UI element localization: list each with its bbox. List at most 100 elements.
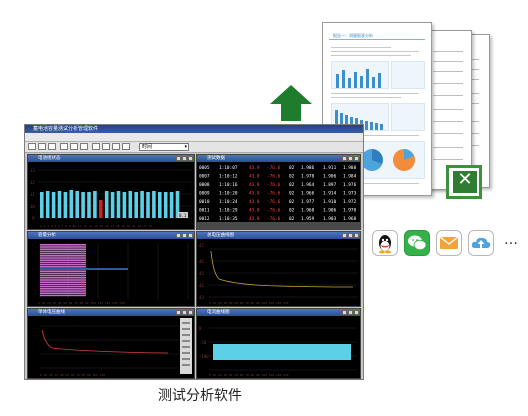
window-titlebar: 蓄电池容量测试分析管理软件 (25, 125, 363, 133)
table-cell: 0010 (199, 199, 210, 205)
voltage-bar (87, 192, 91, 218)
svg-text:43: 43 (199, 295, 204, 300)
export-icon[interactable] (102, 143, 110, 150)
voltage-bar (75, 191, 79, 218)
close-button[interactable] (188, 156, 193, 161)
table-cell: 1.910 (323, 199, 337, 205)
table-cell: 1.897 (323, 182, 337, 188)
svg-text:-100: -100 (199, 354, 209, 359)
maximize-button[interactable] (348, 310, 353, 315)
voltage-bar (104, 191, 109, 218)
svg-text:0.1: 0.1 (179, 213, 187, 218)
single-voltage-line (41, 329, 169, 354)
panel-battery-status: 电池组状态 13 12 11 10 9 0.1 1 2 3 4 5 6 7 8 9 10… (27, 154, 195, 230)
table-cell: 02 (289, 199, 295, 205)
total-voltage-line (210, 250, 354, 288)
minimize-button[interactable] (176, 156, 181, 161)
close-button[interactable] (354, 156, 359, 161)
minimize-button[interactable] (342, 156, 347, 161)
voltage-bar (116, 191, 121, 218)
table-cell: 02 (289, 182, 295, 188)
table-cell: 1.984 (343, 174, 357, 180)
close-button[interactable] (354, 233, 359, 238)
chevron-down-icon: ▾ (184, 144, 187, 150)
capacity-bar-group (40, 244, 128, 297)
svg-text:10: 10 (30, 204, 35, 209)
maximize-button[interactable] (182, 156, 187, 161)
capacity-bar (40, 281, 86, 283)
maximize-button[interactable] (182, 310, 187, 315)
panel-total-voltage-curve: 总电压曲线图 47 46 45 44 43 0 10 20 30 40 50 60 70… (196, 231, 361, 307)
chart-icon[interactable] (70, 143, 78, 150)
maximize-button[interactable] (182, 233, 187, 238)
cloud-upload-icon[interactable] (468, 230, 494, 256)
voltage-bar (81, 192, 85, 218)
close-button[interactable] (188, 310, 193, 315)
open-icon[interactable] (28, 143, 36, 150)
more-share-options[interactable]: … (504, 232, 519, 248)
voltage-bar (69, 190, 74, 218)
capacity-bar (40, 257, 86, 259)
capacity-bar (40, 272, 86, 275)
panel-capacity-analysis: 容量分析 0 10 20 30 40 50 60 70 80 90 100 11… (27, 231, 195, 307)
close-button[interactable] (188, 233, 193, 238)
capacity-bar (40, 277, 86, 279)
table-cell: 1.960 (301, 208, 315, 214)
svg-text:9: 9 (32, 216, 35, 221)
table-cell: -76.6 (267, 182, 281, 188)
svg-text:12: 12 (30, 180, 35, 185)
capacity-bar (40, 290, 86, 292)
voltage-bar (57, 191, 62, 218)
capacity-bar (40, 268, 128, 270)
table-cell: 1.970 (343, 208, 357, 214)
table-icon[interactable] (60, 143, 68, 150)
table-cell: 1.978 (301, 174, 315, 180)
software-window: 蓄电池容量测试分析管理软件 时间 ▾ 电池组状态 13 12 11 10 9 0… (24, 124, 364, 380)
voltage-bar (169, 192, 174, 218)
svg-text:47: 47 (199, 243, 204, 248)
settings-icon[interactable] (112, 143, 120, 150)
voltage-bar (40, 192, 44, 218)
close-button[interactable] (354, 310, 359, 315)
svg-text:0 10 20 30 40 50 60 70 80 90 1: 0 10 20 30 40 50 60 70 80 90 100 110 (40, 373, 105, 377)
excel-icon[interactable]: ✕ (446, 165, 482, 199)
minimize-button[interactable] (342, 233, 347, 238)
view-select[interactable]: 时间 ▾ (139, 143, 189, 151)
capacity-bar (40, 244, 86, 246)
table-cell: -76.6 (267, 208, 281, 214)
curve-icon[interactable] (80, 143, 88, 150)
menu-bar (25, 133, 363, 142)
save-icon[interactable] (38, 143, 46, 150)
voltage-bar (158, 192, 162, 218)
wechat-icon[interactable] (404, 230, 430, 256)
svg-text:13: 13 (30, 168, 35, 173)
email-icon[interactable] (436, 230, 462, 256)
table-cell: 1.972 (343, 199, 357, 205)
minimize-button[interactable] (176, 310, 181, 315)
panel-current-curve: 电流曲线图 0 -50 -100 0 10 20 30 40 50 60 70 80… (196, 308, 361, 379)
panel-title: 总电压曲线图 (207, 233, 234, 238)
voltage-bar (122, 192, 127, 218)
toolbar: 时间 ▾ (25, 142, 363, 153)
voltage-bar (134, 192, 138, 218)
minimize-button[interactable] (342, 310, 347, 315)
panel-title: 容量分析 (38, 233, 56, 238)
table-cell: 1.976 (343, 182, 357, 188)
capacity-bar (40, 255, 86, 257)
qq-icon[interactable] (372, 230, 398, 256)
table-cell: 43.9 (249, 165, 260, 171)
table-cell: 1:10:16 (219, 182, 238, 188)
report-icon[interactable] (92, 143, 100, 150)
table-cell: 1.966 (301, 191, 315, 197)
maximize-button[interactable] (348, 233, 353, 238)
caption: 测试分析软件 (158, 388, 242, 404)
table-cell: 1.959 (301, 216, 315, 222)
voltage-bar (140, 191, 144, 218)
maximize-button[interactable] (348, 156, 353, 161)
table-cell: 1:10:35 (219, 216, 238, 222)
table-cell: 0005 (199, 165, 210, 171)
help-icon[interactable] (122, 143, 130, 150)
print-icon[interactable] (48, 143, 56, 150)
minimize-button[interactable] (176, 233, 181, 238)
report-title: 报告一：测量报表分析 (333, 33, 373, 38)
